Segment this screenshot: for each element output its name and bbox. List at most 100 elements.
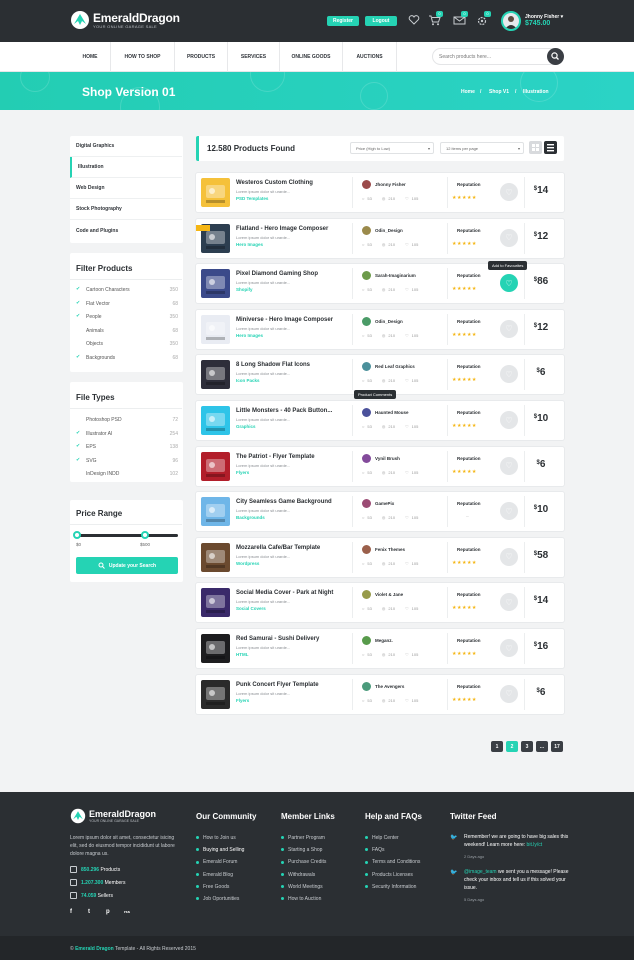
price-slider-max-handle[interactable] — [141, 531, 150, 539]
footer-link[interactable]: Help Center — [365, 835, 399, 841]
product-category[interactable]: Hero Images — [236, 333, 263, 338]
product-thumbnail[interactable] — [201, 451, 230, 481]
author-avatar[interactable] — [362, 408, 371, 417]
favourite-button[interactable]: ♡ — [500, 547, 518, 566]
product-row[interactable]: Mozzarella Cafe/Bar Template Lorem ipsum … — [196, 537, 564, 577]
checkbox-icon[interactable] — [76, 471, 81, 476]
heart-icon[interactable] — [408, 14, 422, 27]
product-row[interactable]: 8 Long Shadow Flat Icons Lorem ipsum dolo… — [196, 355, 564, 395]
per-page-select[interactable]: 12 items per page ▾ — [440, 142, 524, 154]
twitter-icon[interactable]: t — [88, 909, 90, 915]
pagination-page[interactable]: 17 — [551, 741, 563, 752]
product-row[interactable]: Pixel Diamond Gaming Shop Lorem ipsum dol… — [196, 264, 564, 304]
comments-count[interactable]: ○ 53 — [362, 424, 372, 429]
filter-row[interactable]: Objects 350 — [76, 340, 178, 348]
category-item[interactable]: Digital Graphics — [70, 136, 182, 157]
checkmark-icon[interactable]: ✔ — [76, 314, 81, 319]
nav-home[interactable]: HOME — [70, 42, 111, 72]
product-category[interactable]: Shopify — [236, 287, 253, 292]
author-avatar[interactable] — [362, 636, 371, 645]
product-name[interactable]: Little Monsters - 40 Pack Button... — [236, 408, 332, 414]
footer-link[interactable]: Emerald Forum — [196, 859, 237, 865]
author-name[interactable]: Red Leaf Graphics — [375, 364, 415, 369]
checkmark-icon[interactable]: ✔ — [76, 300, 81, 306]
filter-row[interactable]: ✔ Backgrounds 68 — [76, 354, 178, 362]
checkbox-icon[interactable] — [76, 328, 81, 333]
list-view-icon[interactable] — [544, 141, 557, 154]
footer-logo[interactable]: EmeraldDragon YOUR ONLINE GARAGE SALE — [70, 808, 156, 824]
filter-row[interactable]: ✔ Cartoon Characters 350 — [76, 286, 178, 294]
nav-products[interactable]: PRODUCTS — [175, 42, 228, 72]
author-avatar[interactable] — [362, 590, 371, 600]
filter-row[interactable]: ✔ People 350 — [76, 313, 178, 321]
product-category[interactable]: Icon Packs — [236, 378, 260, 383]
nav-auctions[interactable]: AUCTIONS — [343, 42, 397, 72]
footer-link[interactable]: Products Licenses — [365, 872, 413, 878]
footer-link[interactable]: World Meetings — [281, 884, 323, 890]
product-row[interactable]: Westeros Custom Clothing Lorem ipsum dolo… — [196, 173, 564, 212]
product-thumbnail[interactable] — [201, 406, 230, 435]
product-row[interactable]: The Patriot - Flyer Template Lorem ipsum … — [196, 446, 564, 486]
comments-count[interactable]: ○ 53 — [362, 196, 372, 201]
comments-count[interactable]: ○ 53 — [362, 698, 372, 703]
product-thumbnail[interactable] — [201, 178, 230, 207]
nav-online-goods[interactable]: ONLINE GOODS — [280, 42, 343, 72]
product-category[interactable]: Wordpress — [236, 561, 259, 566]
breadcrumb-home[interactable]: Home — [461, 89, 475, 95]
favourite-button[interactable]: ♡ — [500, 639, 518, 657]
author-avatar[interactable] — [362, 316, 371, 326]
favourite-button[interactable]: ♡ — [500, 684, 518, 703]
author-name[interactable]: Odin_Design — [375, 228, 403, 233]
footer-link[interactable]: Purchase Credits — [281, 859, 326, 865]
product-name[interactable]: 8 Long Shadow Flat Icons — [236, 362, 310, 368]
nav-services[interactable]: SERVICES — [228, 42, 280, 72]
grid-view-icon[interactable] — [529, 141, 542, 154]
product-row[interactable]: Miniverse - Hero Image Composer Lorem ips… — [196, 309, 564, 349]
footer-link[interactable]: Emerald Blog — [196, 872, 233, 878]
product-category[interactable]: Hero Images — [236, 242, 263, 247]
checkmark-icon[interactable]: ✔ — [76, 287, 81, 292]
footer-link[interactable]: Terms and Conditions — [365, 859, 420, 865]
product-thumbnail[interactable] — [201, 497, 230, 527]
product-name[interactable]: Westeros Custom Clothing — [236, 180, 313, 186]
cart-icon[interactable]: 0 — [428, 11, 443, 27]
pagination-page[interactable]: 1 — [491, 741, 503, 752]
checkmark-icon[interactable]: ✔ — [76, 444, 81, 449]
product-name[interactable]: Punk Concert Flyer Template — [236, 682, 319, 688]
author-name[interactable]: GamePix — [375, 501, 394, 506]
footer-link[interactable]: Job Oportunities — [196, 896, 239, 902]
favourite-button[interactable]: ♡ — [500, 502, 518, 521]
footer-link[interactable]: How to Auction — [281, 896, 321, 902]
update-search-button[interactable]: Update your Search — [76, 557, 178, 574]
author-avatar[interactable] — [362, 362, 371, 372]
product-thumbnail[interactable] — [201, 588, 230, 618]
comments-count[interactable]: ○ 53 — [362, 242, 372, 247]
favourite-button[interactable]: ♡ — [500, 456, 518, 475]
author-avatar[interactable] — [362, 180, 371, 189]
sort-select[interactable]: Price (High to Low) ▾ — [350, 142, 434, 154]
comments-count[interactable]: ○ 53 — [362, 515, 372, 520]
settings-icon[interactable]: 0 — [476, 11, 491, 27]
author-avatar[interactable] — [362, 225, 371, 235]
product-thumbnail[interactable] — [201, 542, 230, 572]
product-name[interactable]: Red Samurai - Sushi Delivery — [236, 636, 319, 642]
pagination-page[interactable]: 3 — [521, 741, 533, 752]
author-name[interactable]: Vynil Brush — [375, 456, 400, 461]
author-name[interactable]: Jhonny Fisher — [375, 182, 406, 187]
product-category[interactable]: HTML — [236, 652, 249, 657]
favourite-button[interactable]: ♡ — [500, 319, 518, 338]
filter-row[interactable]: ✔ Flat Vector 68 — [76, 300, 178, 308]
author-avatar[interactable] — [362, 271, 371, 281]
footer-link[interactable]: FAQs — [365, 847, 385, 853]
author-name[interactable]: Meganz. — [375, 638, 393, 643]
product-thumbnail[interactable] — [201, 360, 230, 390]
product-category[interactable]: PSD Templates — [236, 196, 268, 201]
product-name[interactable]: Flatland - Hero Image Composer — [236, 226, 328, 232]
product-category[interactable]: Backgrounds — [236, 515, 265, 520]
footer-link[interactable]: Free Goods — [196, 884, 229, 890]
product-name[interactable]: The Patriot - Flyer Template — [236, 454, 315, 460]
search-button[interactable] — [547, 48, 564, 65]
product-name[interactable]: Pixel Diamond Gaming Shop — [236, 271, 318, 277]
nav-how-to-shop[interactable]: HOW TO SHOP — [111, 42, 175, 72]
favourite-button[interactable]: ♡ — [500, 593, 518, 612]
